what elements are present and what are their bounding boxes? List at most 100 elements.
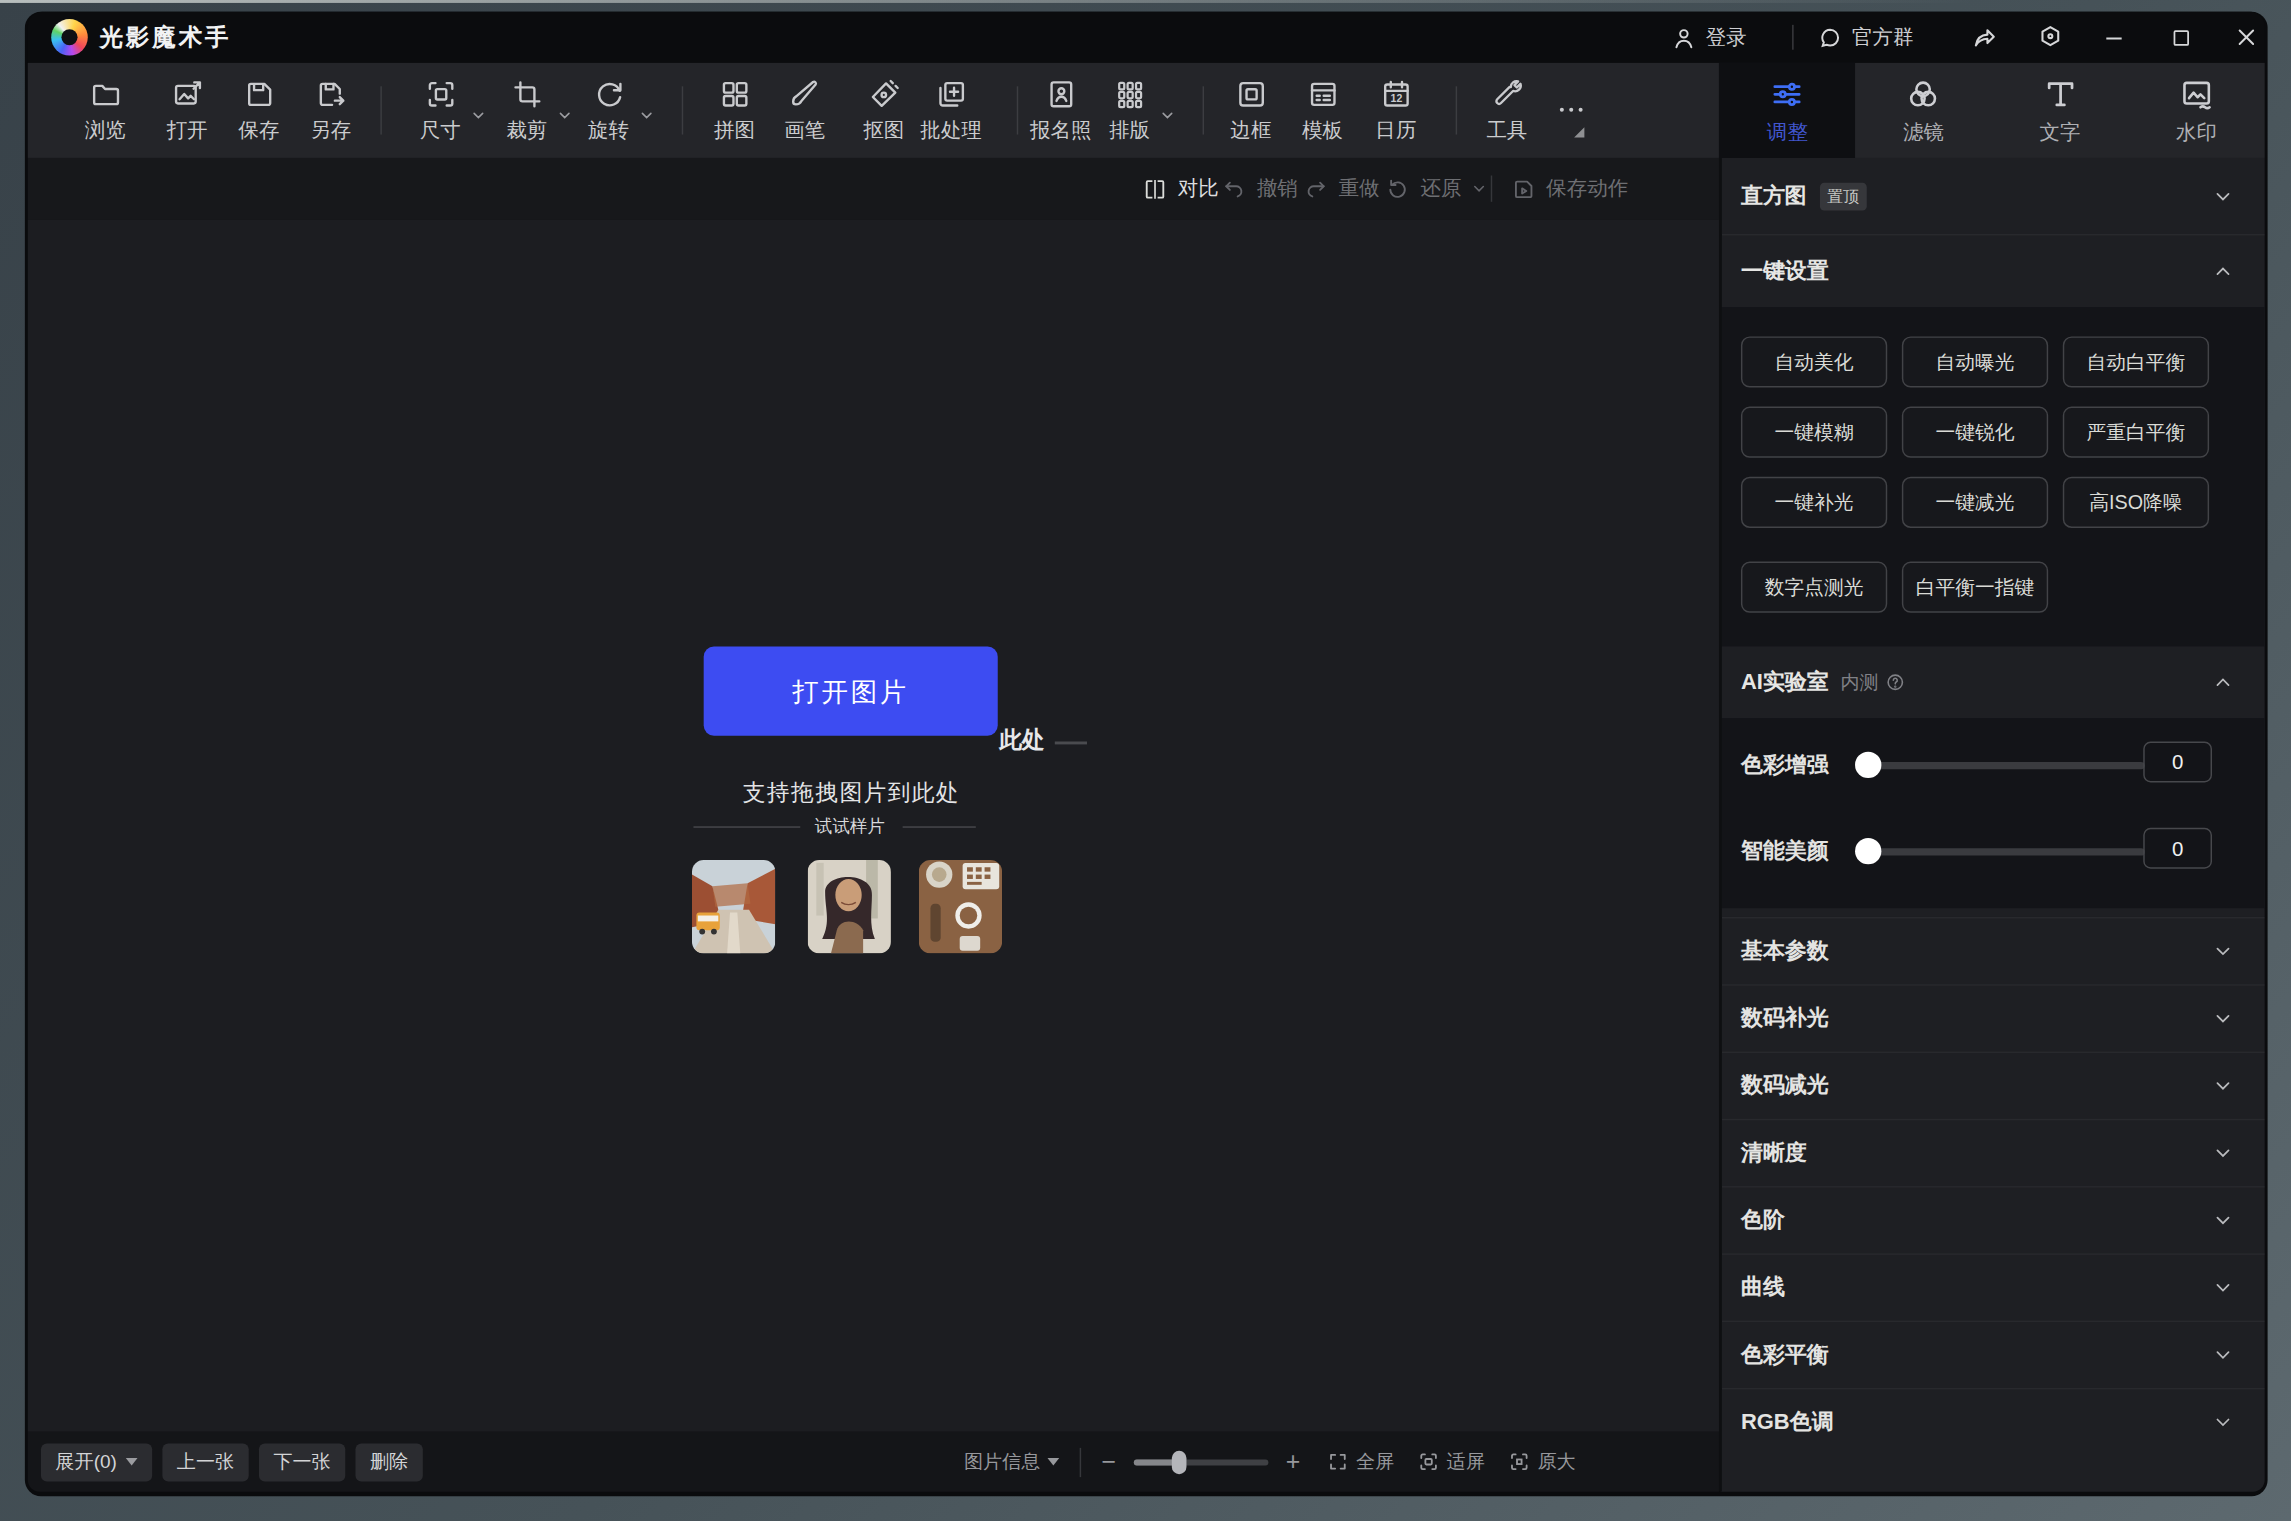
- undo-button[interactable]: 撤销: [1222, 158, 1298, 219]
- chat-icon: [1817, 24, 1843, 50]
- zoom-in-button[interactable]: +: [1286, 1447, 1301, 1476]
- login-button[interactable]: 登录: [1671, 12, 1747, 63]
- sample-thumbnail-canyon[interactable]: [692, 860, 775, 954]
- auto-white-balance-button[interactable]: 自动白平衡: [2063, 336, 2209, 387]
- high-iso-denoise-button[interactable]: 高ISO降噪: [2063, 477, 2209, 528]
- chevron-down-icon: [1472, 181, 1487, 196]
- batch-icon: [934, 78, 968, 112]
- section-digital-dim-light[interactable]: 数码减光: [1722, 1052, 2265, 1119]
- toolbar-brush[interactable]: 画笔: [784, 78, 825, 145]
- smart-beauty-slider[interactable]: [1864, 848, 2145, 855]
- section-rgb-tone[interactable]: RGB色调: [1722, 1388, 2265, 1455]
- auto-exposure-button[interactable]: 自动曝光: [1902, 336, 2048, 387]
- toolbar-separator: [380, 86, 381, 134]
- digital-spot-metering-button[interactable]: 数字点测光: [1741, 562, 1887, 613]
- toolbar-border[interactable]: 边框: [1230, 78, 1271, 145]
- samples-divider: 试试样片: [28, 815, 1675, 838]
- one-key-dim-button[interactable]: 一键减光: [1902, 477, 2048, 528]
- toolbar-save-as[interactable]: 另存: [310, 78, 351, 145]
- one-key-fill-light-button[interactable]: 一键补光: [1741, 477, 1887, 528]
- collage-icon: [718, 78, 752, 112]
- next-image-button[interactable]: 下一张: [259, 1443, 345, 1481]
- smart-beauty-value[interactable]: 0: [2143, 828, 2212, 869]
- restore-button[interactable]: 还原: [1385, 158, 1486, 219]
- toolbar-browse[interactable]: 浏览: [85, 78, 126, 145]
- chevron-down-icon: [557, 108, 572, 123]
- white-balance-one-key-button[interactable]: 白平衡一指键: [1902, 562, 2048, 613]
- toolbar-size[interactable]: 尺寸: [420, 78, 461, 145]
- toolbar-rotate[interactable]: 旋转: [588, 78, 629, 145]
- open-image-button[interactable]: 打开图片: [704, 646, 998, 735]
- divider-line-left: [693, 826, 800, 827]
- toolbar-id-photo[interactable]: 报名照: [1030, 78, 1091, 145]
- toolbar-crop[interactable]: 裁剪: [506, 78, 547, 145]
- toolbar-batch[interactable]: 批处理: [920, 78, 981, 145]
- severe-white-balance-button[interactable]: 严重白平衡: [2063, 407, 2209, 458]
- expand-button[interactable]: 展开(0): [41, 1443, 152, 1481]
- toolbar-more[interactable]: [1555, 94, 1587, 126]
- chevron-down-icon: [2213, 1346, 2232, 1365]
- ai-lab-header[interactable]: AI实验室 内测: [1722, 646, 2265, 718]
- section-curves[interactable]: 曲线: [1722, 1253, 2265, 1320]
- minimize-button[interactable]: [2092, 12, 2136, 63]
- share-button[interactable]: [1962, 12, 2006, 63]
- tab-adjust[interactable]: 调整: [1719, 63, 1855, 158]
- maximize-button[interactable]: [2159, 12, 2203, 63]
- chevron-down-icon: [2213, 1413, 2232, 1432]
- zoom-out-button[interactable]: −: [1102, 1447, 1117, 1476]
- official-group-button[interactable]: 官方群: [1817, 12, 1914, 63]
- toolbar-tools[interactable]: 工具: [1486, 78, 1527, 145]
- compare-button[interactable]: 对比: [1143, 158, 1219, 219]
- one-key-blur-button[interactable]: 一键模糊: [1741, 407, 1887, 458]
- fullscreen-button[interactable]: 全屏: [1327, 1449, 1394, 1475]
- tab-filter[interactable]: 滤镜: [1855, 63, 1991, 158]
- toolbar-collage[interactable]: 拼图: [714, 78, 755, 145]
- fit-screen-icon: [1417, 1451, 1439, 1473]
- toolbar-save[interactable]: 保存: [238, 78, 279, 145]
- zoom-slider-handle[interactable]: [1172, 1450, 1187, 1473]
- tab-watermark[interactable]: 水印: [2128, 63, 2264, 158]
- section-clarity[interactable]: 清晰度: [1722, 1119, 2265, 1186]
- restore-icon: [1385, 176, 1410, 201]
- one-key-sharpen-button[interactable]: 一键锐化: [1902, 407, 2048, 458]
- chevron-down-icon: [639, 108, 654, 123]
- fullscreen-icon: [1327, 1451, 1349, 1473]
- section-digital-fill-light[interactable]: 数码补光: [1722, 984, 2265, 1051]
- color-enhance-value[interactable]: 0: [2143, 741, 2212, 782]
- one-key-header[interactable]: 一键设置: [1722, 235, 2265, 307]
- toolbar-layout[interactable]: 排版: [1109, 78, 1150, 145]
- section-basic-params[interactable]: 基本参数: [1722, 917, 2265, 984]
- color-enhance-row: 色彩增强 0: [1741, 744, 2265, 785]
- fit-screen-button[interactable]: 适屏: [1417, 1449, 1484, 1475]
- histogram-header[interactable]: 直方图 置顶: [1722, 158, 2265, 234]
- slider-handle[interactable]: [1855, 838, 1881, 864]
- section-color-balance[interactable]: 色彩平衡: [1722, 1321, 2265, 1388]
- zoom-slider[interactable]: [1134, 1459, 1269, 1465]
- auto-beautify-button[interactable]: 自动美化: [1741, 336, 1887, 387]
- redo-button[interactable]: 重做: [1304, 158, 1380, 219]
- tab-text[interactable]: 文字: [1992, 63, 2128, 158]
- chevron-down-icon: [2213, 1076, 2232, 1095]
- sample-thumbnail-portrait[interactable]: [808, 860, 891, 954]
- close-button[interactable]: [2224, 12, 2268, 63]
- desktop: 光影魔术手 登录 官方群: [0, 0, 2291, 1521]
- toolbar-calendar[interactable]: 12 日历: [1375, 78, 1416, 145]
- section-levels[interactable]: 色阶: [1722, 1186, 2265, 1253]
- toolbar-template[interactable]: 模板: [1302, 78, 1343, 145]
- original-size-button[interactable]: 原大: [1508, 1449, 1575, 1475]
- save-action-button[interactable]: 保存动作: [1511, 158, 1628, 219]
- settings-button[interactable]: [2028, 12, 2072, 63]
- slider-handle[interactable]: [1855, 752, 1881, 778]
- color-enhance-slider[interactable]: [1864, 762, 2145, 769]
- image-info-button[interactable]: 图片信息: [964, 1449, 1059, 1475]
- bottom-divider: [1080, 1447, 1081, 1476]
- toolbar-open[interactable]: 打开: [167, 78, 208, 145]
- toolbar-cutout[interactable]: 抠图: [863, 78, 904, 145]
- titlebar: 光影魔术手 登录 官方群: [28, 12, 2265, 63]
- toolbar-expand-corner[interactable]: [1574, 127, 1584, 137]
- chevron-down-icon: [2213, 942, 2232, 961]
- prev-image-button[interactable]: 上一张: [162, 1443, 248, 1481]
- delete-button[interactable]: 删除: [355, 1443, 422, 1481]
- sample-thumbnail-desk[interactable]: [919, 860, 1002, 954]
- chevron-down-icon: [1160, 108, 1175, 123]
